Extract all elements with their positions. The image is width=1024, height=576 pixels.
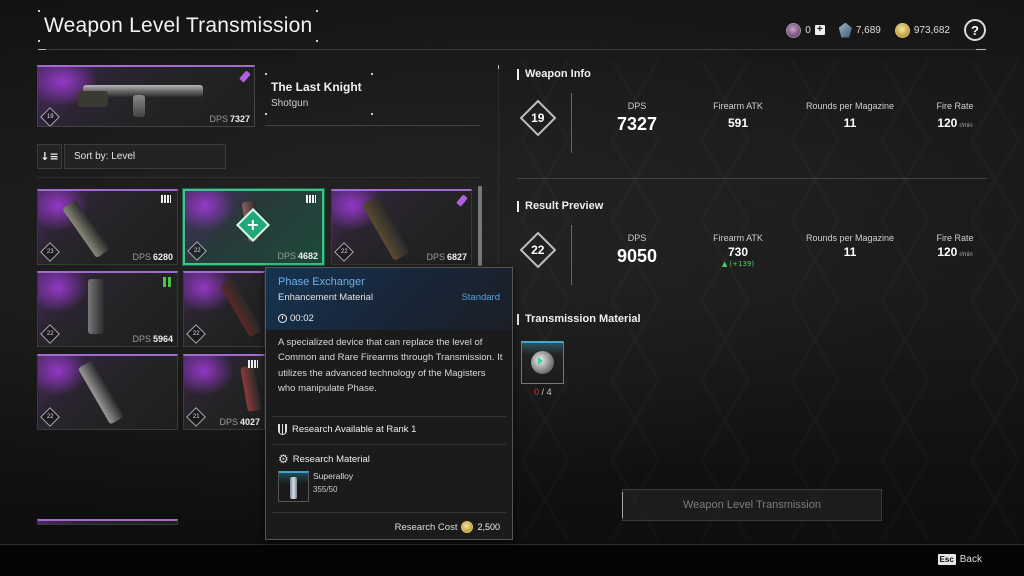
back-label: Back	[959, 554, 982, 565]
tooltip-rank-requirement: Research Available at Rank 1	[278, 424, 416, 435]
gold-coin-icon	[461, 521, 474, 533]
result-stat-dps: DPS 9050	[616, 233, 658, 266]
stat-firearm-atk: Firearm ATK 591	[713, 101, 763, 130]
header-divider	[38, 49, 986, 50]
sort-dropdown[interactable]: Sort by: Level	[64, 144, 226, 169]
level-badge: 22	[187, 241, 207, 261]
purple-token-icon	[786, 22, 802, 38]
tooltip-research-cost: Research Cost 2,500	[394, 521, 500, 533]
dps-readout: DPS 4027	[219, 417, 260, 427]
phase-exchanger-icon	[531, 351, 554, 374]
dps-readout: DPS 6827	[426, 252, 467, 262]
weapon-level-transmission-button[interactable]: Weapon Level Transmission	[622, 489, 882, 521]
sort-icon: ↓≡	[40, 150, 59, 163]
currency-purple-value: 0	[805, 24, 811, 36]
tooltip-research-material-title: ⚙ Research Material	[278, 452, 370, 466]
stat-dps: DPS 7327	[616, 101, 658, 134]
level-badge: 22	[186, 324, 206, 344]
weapon-card[interactable]: 22 DPS 5964	[37, 271, 178, 347]
mag-ammo-icon	[248, 360, 258, 368]
gear-icon: ⚙	[278, 452, 289, 466]
weapon-type: Shotgun	[271, 98, 309, 109]
dps-readout: DPS 6280	[132, 252, 173, 262]
mag-ammo-icon	[306, 195, 316, 203]
current-level-badge: 19	[519, 99, 557, 137]
level-badge: 22	[40, 407, 60, 427]
selected-weapon-info: The Last Knight Shotgun	[265, 73, 480, 126]
transmission-material-title: Transmission Material	[517, 313, 641, 325]
weapon-card[interactable]: 22 DPS 4682 +	[183, 189, 324, 265]
currency-gold-value: 973,682	[913, 24, 950, 36]
page-title-wrap: Weapon Level Transmission	[38, 10, 319, 42]
tooltip-item-category: Enhancement Material	[278, 292, 374, 303]
tooltip-item-name: Phase Exchanger	[278, 276, 365, 288]
timer-icon	[278, 314, 287, 323]
weapon-card[interactable]: 22 DPS 6827	[331, 189, 472, 265]
scrollbar-thumb[interactable]	[478, 186, 482, 266]
purple-shell-ammo-icon	[456, 194, 468, 207]
help-button[interactable]: ?	[964, 19, 986, 41]
tooltip-item-rarity: Standard	[461, 292, 500, 303]
shotgun-shell-icon	[239, 70, 251, 83]
gold-coin-icon	[894, 22, 910, 38]
mag-ammo-icon	[161, 195, 171, 203]
level-badge: 21	[186, 407, 206, 427]
result-stat-rounds-per-magazine: Rounds per Magazine 11	[805, 233, 895, 259]
currency-gold: 973,682	[894, 22, 950, 38]
weapon-card[interactable]: 22	[37, 354, 178, 430]
atk-increase: ▲ (+139)	[721, 260, 755, 268]
green-shell-ammo-icon	[163, 277, 171, 287]
result-stat-firearm-atk: Firearm ATK 730 ▲ (+139)	[683, 233, 793, 268]
weapon-card-partial[interactable]	[37, 519, 178, 525]
level-badge: 19	[40, 107, 60, 126]
tooltip-timer: 00:02	[278, 313, 314, 324]
selected-weapon-card: 19 DPS 7327	[37, 65, 255, 127]
stat-fire-rate: Fire Rate 120 r/min	[936, 101, 974, 130]
hand-icon	[278, 424, 287, 435]
esc-key-icon: Esc	[937, 554, 956, 565]
dps-readout: DPS 5964	[132, 334, 173, 344]
level-badge: 23	[40, 242, 60, 262]
level-badge: 22	[334, 242, 354, 262]
currency-crystal-value: 7,689	[855, 24, 881, 36]
material-count: 0 / 4	[534, 387, 552, 397]
add-currency-button[interactable]: +	[814, 25, 825, 35]
weapon-card[interactable]: 21 DPS 4027	[183, 354, 265, 430]
result-stat-fire-rate: Fire Rate 120 r/min	[936, 233, 974, 259]
dps-readout: DPS 4682	[277, 251, 318, 261]
result-preview-stats: 22 DPS 9050 Firearm ATK 730 ▲ (+139) Rounds…	[517, 225, 987, 287]
weapon-card[interactable]: 23 DPS 6280	[37, 189, 178, 265]
weapon-image	[88, 279, 104, 334]
weapon-name: The Last Knight	[271, 80, 362, 94]
currency-purple: 0 +	[786, 22, 825, 38]
superalloy-icon	[290, 477, 297, 499]
back-button[interactable]: Esc Back	[937, 554, 982, 565]
add-material-icon[interactable]: +	[236, 208, 270, 242]
weapon-image	[240, 365, 262, 412]
weapon-card[interactable]: 22	[183, 271, 265, 347]
crystal-icon	[838, 22, 852, 38]
result-level-badge: 22	[519, 231, 557, 269]
superalloy-slot	[278, 471, 309, 502]
weapon-info-title: Weapon Info	[517, 68, 591, 80]
currency-bar: 0 + 7,689 973,682 ?	[786, 19, 986, 41]
stat-rounds-per-magazine: Rounds per Magazine 11	[805, 101, 895, 130]
material-tooltip: Phase Exchanger Enhancement Material Sta…	[265, 267, 513, 540]
dps-readout: DPS 7327	[209, 114, 250, 124]
page-title: Weapon Level Transmission	[44, 14, 313, 37]
research-material-name: Superalloy	[313, 471, 354, 481]
research-material-count: 355/50	[313, 485, 338, 494]
phase-exchanger-slot[interactable]	[521, 341, 564, 384]
level-badge: 22	[40, 324, 60, 344]
weapon-info-stats: 19 DPS 7327 Firearm ATK 591 Rounds per Mag…	[517, 93, 987, 155]
sort-order-button[interactable]: ↓≡	[37, 144, 62, 169]
footer-bar	[0, 545, 1024, 576]
result-preview-title: Result Preview	[517, 200, 603, 212]
tooltip-description: A specialized device that can replace th…	[278, 337, 503, 395]
section-divider	[517, 178, 987, 179]
list-divider	[37, 177, 480, 178]
currency-crystal: 7,689	[838, 22, 881, 38]
